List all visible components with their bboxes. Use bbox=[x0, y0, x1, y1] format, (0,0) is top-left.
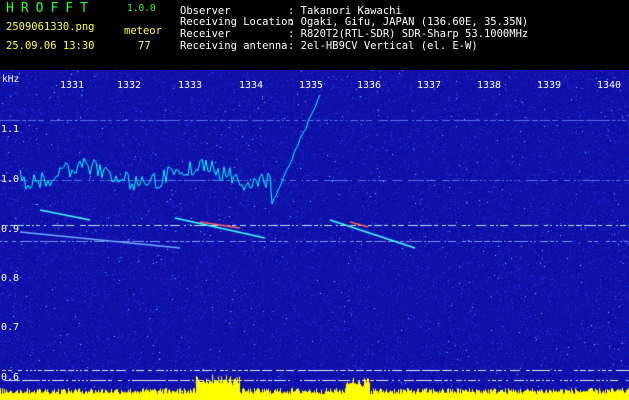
y-tick-label: 1.0 bbox=[1, 174, 20, 185]
x-tick-label: 1340 bbox=[597, 80, 622, 91]
location-label: Receiving Location bbox=[180, 16, 294, 28]
location-value: : Ogaki, Gifu, JAPAN (136.60E, 35.35N) bbox=[288, 16, 529, 28]
header-panel: HROFFT 1.0.0 2509061330.png meteor 25.09… bbox=[0, 0, 629, 70]
y-tick-label: 1.1 bbox=[1, 124, 20, 135]
y-tick-label: 0.8 bbox=[1, 273, 20, 284]
antenna-label: Receiving antenna bbox=[180, 40, 288, 52]
x-tick-label: 1331 bbox=[60, 80, 85, 91]
x-tick-label: 1336 bbox=[357, 80, 382, 91]
meteor-count: 77 bbox=[138, 40, 151, 52]
receiver-value: : R820T2(RTL-SDR) SDR-Sharp 53.1000MHz bbox=[288, 28, 529, 40]
filename: 2509061330.png bbox=[6, 21, 95, 33]
app-version: 1.0.0 bbox=[127, 3, 156, 14]
y-tick-label: 0.7 bbox=[1, 322, 20, 333]
x-tick-label: 1335 bbox=[299, 80, 324, 91]
x-tick-label: 1332 bbox=[117, 80, 142, 91]
x-tick-label: 1338 bbox=[477, 80, 502, 91]
y-axis-unit: kHz bbox=[2, 74, 20, 85]
app-name: HROFFT bbox=[6, 1, 95, 16]
x-tick-label: 1333 bbox=[178, 80, 203, 91]
y-tick-label: 0.9 bbox=[1, 224, 20, 235]
y-tick-label: 0.6 bbox=[1, 372, 20, 383]
x-tick-label: 1334 bbox=[239, 80, 264, 91]
x-tick-label: 1337 bbox=[417, 80, 442, 91]
timestamp: 25.09.06 13:30 bbox=[6, 40, 95, 52]
receiver-label: Receiver bbox=[180, 28, 231, 40]
antenna-value: : 2el-HB9CV Vertical (el. E-W) bbox=[288, 40, 478, 52]
x-tick-label: 1339 bbox=[537, 80, 562, 91]
meteor-label: meteor bbox=[124, 25, 162, 37]
spectrogram-plot[interactable] bbox=[0, 70, 629, 400]
